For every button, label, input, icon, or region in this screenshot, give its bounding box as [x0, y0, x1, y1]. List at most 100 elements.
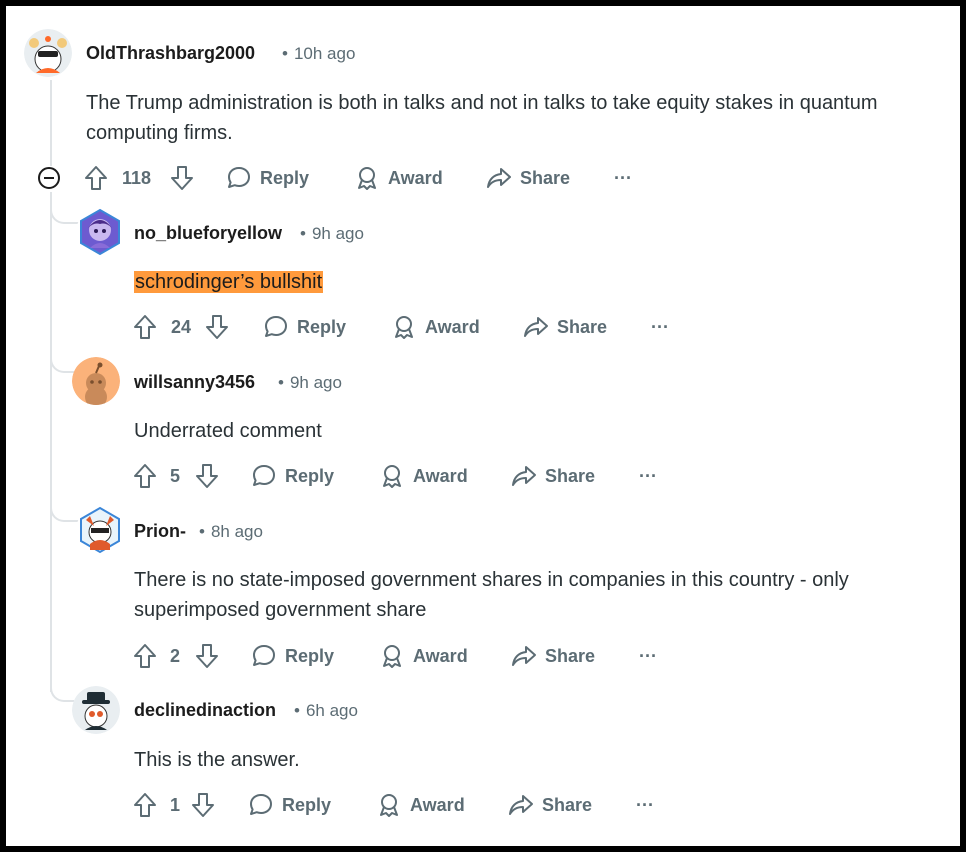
award-label: Award [388, 167, 443, 188]
username[interactable]: OldThrashbarg2000 [86, 43, 255, 64]
vote-count: 2 [170, 645, 181, 666]
downvote-icon [206, 315, 228, 339]
comment-body: Underrated comment [134, 420, 322, 442]
reply-icon [228, 167, 250, 188]
upvote-button[interactable] [84, 163, 108, 193]
downvote-button[interactable] [205, 312, 229, 342]
comment-actions: 2 Reply Award Share ··· [133, 641, 693, 671]
thread-line-branch [50, 670, 74, 702]
comment-actions: 5 Reply Award Share ··· [133, 461, 693, 491]
username[interactable]: declinedinaction [134, 700, 276, 721]
award-label: Award [413, 465, 468, 486]
reply-button[interactable]: Reply [263, 312, 346, 342]
upvote-icon [134, 793, 156, 817]
comment-body: schrodinger’s bullshit [134, 267, 324, 297]
more-icon[interactable]: ··· [639, 641, 657, 671]
award-button[interactable]: Award [391, 312, 480, 342]
thread-line [50, 80, 52, 166]
more-icon[interactable]: ··· [614, 163, 632, 193]
downvote-button[interactable] [195, 641, 219, 671]
downvote-button[interactable] [195, 461, 219, 491]
share-button[interactable]: Share [523, 312, 607, 342]
reply-icon [253, 465, 275, 486]
share-label: Share [520, 167, 571, 188]
reply-label: Reply [260, 167, 310, 188]
upvote-button[interactable] [133, 461, 157, 491]
award-icon [383, 465, 401, 488]
upvote-icon [134, 464, 156, 488]
upvote-button[interactable] [133, 790, 157, 820]
comment-body: The Trump administration is both in talk… [86, 92, 878, 144]
more-icon[interactable]: ··· [636, 790, 654, 820]
share-label: Share [545, 465, 596, 486]
comment-meta: • 9h ago [278, 373, 342, 392]
downvote-icon [196, 644, 218, 668]
downvote-icon [171, 166, 193, 190]
share-button[interactable]: Share [486, 163, 570, 193]
award-button[interactable]: Award [376, 790, 465, 820]
share-label: Share [545, 645, 596, 666]
award-button[interactable]: Award [379, 641, 468, 671]
downvote-button[interactable] [170, 163, 194, 193]
downvote-button[interactable] [191, 790, 215, 820]
comment-thread: OldThrashbarg2000 • 10h ago The Trump adm… [6, 6, 960, 846]
comment-meta: • 6h ago [294, 701, 358, 720]
share-icon [509, 795, 533, 815]
comment-body: This is the answer. [134, 749, 300, 771]
comment-meta: • 8h ago [199, 522, 263, 541]
avatar[interactable] [76, 506, 124, 554]
award-label: Award [410, 794, 465, 815]
thread-line [50, 192, 52, 692]
timestamp: 6h ago [305, 701, 358, 720]
share-icon [512, 466, 536, 486]
more-icon[interactable]: ··· [639, 461, 657, 491]
avatar[interactable] [72, 357, 120, 405]
reply-icon [265, 316, 287, 337]
collapse-icon[interactable] [38, 167, 60, 189]
reply-button[interactable]: Reply [251, 641, 334, 671]
reply-button[interactable]: Reply [226, 163, 309, 193]
upvote-button[interactable] [133, 641, 157, 671]
comment-actions: 24 Reply Award Share ··· [133, 312, 693, 342]
vote-count: 118 [122, 167, 152, 188]
share-label: Share [557, 316, 608, 337]
thread-line-branch [50, 341, 74, 373]
reply-icon [253, 645, 275, 666]
username[interactable]: no_blueforyellow [134, 223, 282, 244]
comment-meta: • 10h ago [282, 44, 356, 63]
award-label: Award [425, 316, 480, 337]
award-icon [380, 794, 398, 817]
avatar[interactable] [72, 686, 120, 734]
comment-meta: • 9h ago [300, 224, 364, 243]
award-button[interactable]: Award [379, 461, 468, 491]
upvote-icon [134, 644, 156, 668]
avatar[interactable] [76, 208, 124, 256]
upvote-icon [85, 166, 107, 190]
reply-label: Reply [285, 645, 335, 666]
timestamp: 10h ago [293, 44, 356, 63]
share-button[interactable]: Share [508, 790, 592, 820]
thread-line-branch [50, 490, 82, 522]
award-icon [395, 316, 413, 339]
award-button[interactable]: Award [354, 163, 443, 193]
reply-label: Reply [285, 465, 335, 486]
share-label: Share [542, 794, 593, 815]
vote-count: 5 [170, 465, 181, 486]
username[interactable]: Prion- [134, 521, 186, 542]
share-icon [524, 317, 548, 337]
upvote-button[interactable] [133, 312, 157, 342]
award-icon [358, 167, 376, 190]
reply-button[interactable]: Reply [251, 461, 334, 491]
reply-icon [250, 794, 272, 815]
share-button[interactable]: Share [511, 461, 595, 491]
downvote-icon [192, 793, 214, 817]
share-button[interactable]: Share [511, 641, 595, 671]
more-icon[interactable]: ··· [651, 312, 669, 342]
username[interactable]: willsanny3456 [134, 372, 255, 393]
reply-button[interactable]: Reply [248, 790, 331, 820]
downvote-icon [196, 464, 218, 488]
highlighted-text: schrodinger’s bullshit [134, 271, 324, 293]
avatar[interactable] [24, 29, 72, 77]
comment-actions: 118 Reply Award Share ··· [84, 163, 644, 193]
timestamp: 9h ago [289, 373, 342, 392]
